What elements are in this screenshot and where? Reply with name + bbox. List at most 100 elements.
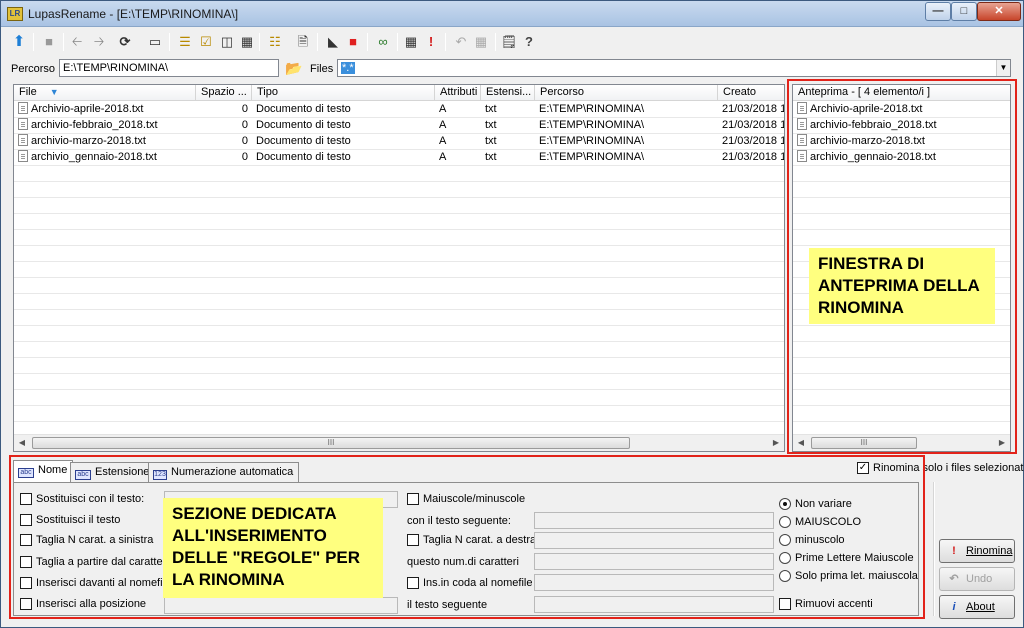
- file-list[interactable]: File ▼ Spazio ... Tipo Attributi Estensi…: [13, 84, 785, 452]
- stop-icon[interactable]: ■: [39, 32, 59, 52]
- column-header-size[interactable]: Spazio ...: [196, 85, 252, 101]
- preview-annotation-note: FINESTRA DI ANTEPRIMA DELLA RINOMINA: [809, 248, 995, 324]
- drive-icon[interactable]: ▭: [145, 32, 165, 52]
- toolbar-separator: [317, 33, 318, 51]
- cell-text: 21/03/2018 1: [722, 103, 785, 115]
- open-folder-icon[interactable]: 📂: [285, 60, 302, 77]
- files-filter-combo[interactable]: *.* ▼: [337, 59, 1011, 77]
- cell-text: txt: [485, 103, 497, 115]
- column-header-extension[interactable]: Estensi...: [481, 85, 535, 101]
- select-all-icon[interactable]: ☰: [175, 32, 195, 52]
- cell-text: 0: [241, 103, 248, 115]
- table-row: [14, 230, 784, 246]
- cell-text: Documento di testo: [256, 151, 351, 163]
- cell-text: Documento di testo: [256, 135, 351, 147]
- close-icon: ✕: [994, 5, 1004, 17]
- notes-icon[interactable]: 🗒: [499, 32, 519, 52]
- cell-text: archivio-marzo-2018.txt: [31, 135, 146, 147]
- toolbar-separator: [259, 33, 260, 51]
- files-label: Files: [310, 63, 334, 75]
- forward-icon[interactable]: 🡢: [89, 32, 109, 52]
- cell-attr: A: [435, 118, 481, 133]
- rules-annotation-note: SEZIONE DEDICATA ALL'INSERIMENTO DELLE "…: [163, 498, 383, 598]
- undo-icon[interactable]: ↶: [451, 32, 471, 52]
- toolbar-separator: [169, 33, 170, 51]
- exclamation-icon[interactable]: !: [421, 32, 441, 52]
- column-header-file[interactable]: File ▼: [14, 85, 196, 101]
- cell-text: A: [439, 151, 447, 163]
- cell-text: txt: [485, 119, 497, 131]
- column-header-type[interactable]: Tipo: [252, 85, 435, 101]
- toolbar-separator: [33, 33, 34, 51]
- toolbar-separator: [367, 33, 368, 51]
- scroll-thumb[interactable]: III: [32, 437, 630, 449]
- cell-created: 21/03/2018 1: [718, 134, 784, 149]
- scroll-right-icon[interactable]: ▶: [768, 435, 784, 451]
- cell-created: 21/03/2018 1: [718, 118, 784, 133]
- percorso-input[interactable]: E:\TEMP\RINOMINA\: [59, 59, 279, 77]
- table-row[interactable]: archivio-marzo-2018.txt 0 Documento di tes…: [14, 134, 784, 150]
- percorso-label: Percorso: [11, 63, 56, 75]
- up-arrow-icon[interactable]: ⬆: [9, 32, 29, 52]
- about-button[interactable]: i About: [939, 595, 1015, 619]
- maximize-button[interactable]: □: [951, 2, 977, 21]
- undo-button-label: Undo: [966, 573, 993, 585]
- table-row: [14, 262, 784, 278]
- cell-path: E:\TEMP\RINOMINA\: [535, 102, 718, 117]
- tree-icon[interactable]: ☷: [265, 32, 285, 52]
- column-header-attributes[interactable]: Attributi: [435, 85, 481, 101]
- select-list-icon[interactable]: ☑: [196, 32, 216, 52]
- undo-button[interactable]: ↶ Undo: [939, 567, 1015, 591]
- cell-text: 0: [241, 151, 248, 163]
- table-row[interactable]: Archivio-aprile-2018.txt 0 Documento di te…: [14, 102, 785, 118]
- cell-text: A: [439, 103, 447, 115]
- table-row: [14, 198, 784, 214]
- grid-icon[interactable]: ▦: [237, 32, 257, 52]
- table-row: [14, 374, 784, 390]
- cell-attr: A: [435, 150, 481, 165]
- table-row[interactable]: archivio-febbraio_2018.txt 0 Documento di …: [14, 118, 784, 134]
- cell-text: E:\TEMP\RINOMINA\: [539, 135, 645, 147]
- columns-icon[interactable]: ◫: [217, 32, 237, 52]
- minimize-button[interactable]: —: [925, 2, 951, 21]
- cell-size: 0: [196, 102, 252, 117]
- cell-text: txt: [485, 151, 497, 163]
- help-icon[interactable]: ?: [519, 32, 539, 52]
- toolbar-separator: [495, 33, 496, 51]
- about-button-label: About: [966, 601, 995, 613]
- cell-ext: txt: [481, 118, 535, 133]
- table-row[interactable]: archivio_gennaio-2018.txt 0 Documento di t…: [14, 150, 784, 166]
- binoculars-icon[interactable]: ∞: [373, 32, 393, 52]
- app-logo-icon: LR: [7, 7, 23, 21]
- column-header-path[interactable]: Percorso: [535, 85, 718, 101]
- colors-icon[interactable]: ■: [343, 32, 363, 52]
- rules-annotation-box: [9, 455, 925, 619]
- text-file-icon: [18, 102, 28, 114]
- refresh-icon[interactable]: ⟳: [115, 32, 135, 52]
- close-button[interactable]: ✕: [977, 2, 1021, 21]
- chevron-down-icon[interactable]: ▼: [996, 60, 1010, 76]
- undo-icon: ↶: [949, 573, 959, 585]
- cell-path: E:\TEMP\RINOMINA\: [535, 150, 718, 165]
- toolbar-separator: [397, 33, 398, 51]
- cell-text: Documento di testo: [256, 103, 351, 115]
- window-title: LupasRename - [E:\TEMP\RINOMINA\]: [28, 7, 239, 21]
- cell-text: archivio_gennaio-2018.txt: [31, 151, 157, 163]
- cell-file: Archivio-aprile-2018.txt: [14, 102, 196, 117]
- document-icon[interactable]: 🗎: [293, 32, 313, 52]
- cell-ext: txt: [481, 150, 535, 165]
- cell-text: E:\TEMP\RINOMINA\: [539, 151, 645, 163]
- disabled-icon[interactable]: ▦: [471, 32, 491, 52]
- path-bar: Percorso E:\TEMP\RINOMINA\ 📂 Files *.* ▼: [1, 57, 1023, 79]
- image-icon[interactable]: ◣: [323, 32, 343, 52]
- rinomina-button[interactable]: ! Rinomina: [939, 539, 1015, 563]
- title-bar[interactable]: LR LupasRename - [E:\TEMP\RINOMINA\] — □…: [1, 1, 1023, 27]
- column-header-created[interactable]: Creato: [718, 85, 784, 101]
- table-row: [14, 406, 784, 422]
- cell-type: Documento di testo: [252, 134, 435, 149]
- file-list-hscrollbar[interactable]: ◀ III ▶: [14, 434, 784, 451]
- back-icon[interactable]: 🡠: [67, 32, 87, 52]
- calculator-icon[interactable]: ▦: [401, 32, 421, 52]
- scroll-grip: III: [327, 438, 335, 447]
- scroll-left-icon[interactable]: ◀: [14, 435, 30, 451]
